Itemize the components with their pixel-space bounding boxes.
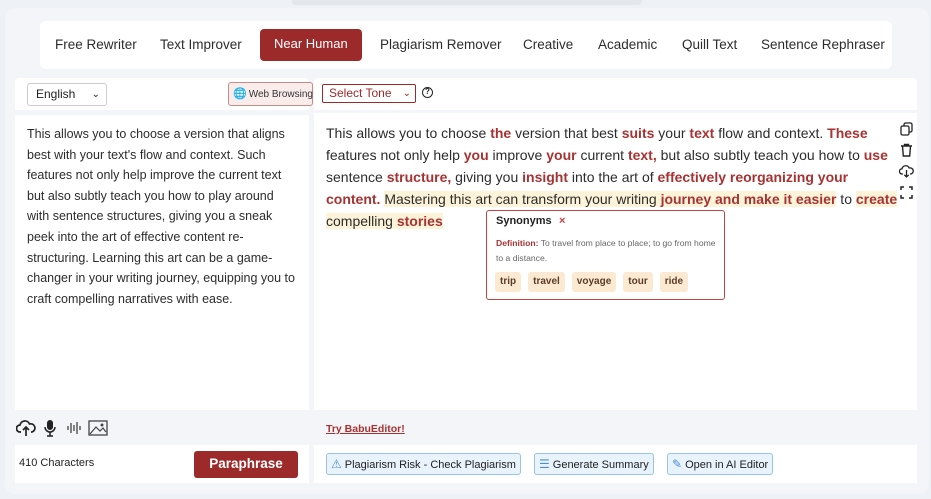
microphone-icon[interactable] [43,419,57,442]
input-tools [15,415,309,443]
synonyms-popup: Synonyms × Definition: To travel from pl… [486,210,725,300]
output-segment: features not only help [326,147,464,163]
open-ai-editor-button[interactable]: ✎ Open in AI Editor [667,453,774,475]
definition-label: Definition: [496,238,539,248]
output-segment: current [576,147,628,163]
web-browsing-button[interactable]: 🌐 Web Browsing [228,82,313,106]
tab-text-improver[interactable]: Text Improver [160,21,242,69]
mode-tabs: Free Rewriter Text Improver Near Human P… [40,21,892,69]
top-strip [292,0,642,5]
synonym-definition: Definition: To travel from place to plac… [496,236,718,266]
synonym-chip[interactable]: tour [623,272,653,292]
input-footer: 410 Characters Paraphrase [15,445,309,483]
globe-icon: 🌐 [233,88,247,100]
changed-word[interactable]: create [855,191,898,207]
copy-icon[interactable] [898,121,914,142]
tab-free-rewriter[interactable]: Free Rewriter [55,21,137,69]
tone-select[interactable]: Select Tone ⌄ [322,84,416,103]
tone-value: Select Tone [329,86,392,100]
synonyms-title: Synonyms [496,215,552,227]
output-segment: sentence [326,169,387,185]
changed-word[interactable]: structure, [387,169,452,185]
input-toolbar: English ⌄ 🌐 Web Browsing [15,78,313,110]
language-value: English [36,87,76,101]
changed-word[interactable]: you [464,147,489,163]
synonym-chips: trip travel voyage tour ride [495,271,695,292]
cloud-download-icon[interactable] [898,163,914,184]
output-segment: version that best [511,125,622,141]
synonym-chip[interactable]: trip [495,272,522,292]
tab-quill-text[interactable]: Quill Text [682,21,737,69]
synonym-chip[interactable]: voyage [571,272,617,292]
output-side-icons [898,121,914,205]
try-babueditor-link[interactable]: Try BabuEditor! [326,423,405,435]
changed-word[interactable]: text [689,125,714,141]
tab-academic[interactable]: Academic [598,21,657,69]
chevron-down-icon: ⌄ [402,88,411,99]
output-segment: but also subtly teach you how to [656,147,864,163]
cloud-upload-icon[interactable] [15,419,36,442]
tab-near-human[interactable]: Near Human [260,29,362,61]
output-segment: This allows you to choose [326,125,491,141]
close-icon[interactable]: × [559,215,565,227]
tab-plagiarism-remover[interactable]: Plagiarism Remover [380,21,502,69]
editor-icon: ✎ [672,457,683,471]
changed-word[interactable]: use [864,147,888,163]
help-icon[interactable]: ? [422,87,433,98]
image-icon[interactable] [88,419,108,442]
summary-icon: ☰ [539,457,550,471]
output-segment: compelling [326,213,397,229]
output-segment: to [836,191,856,207]
open-ai-editor-label: Open in AI Editor [685,459,769,471]
web-browsing-label: Web Browsing [248,89,313,100]
plagiarism-check-label: Plagiarism Risk - Check Plagiarism [344,459,516,471]
output-toolbar: Select Tone ⌄ ? [314,78,917,110]
output-segment: into the art of [568,169,658,185]
fullscreen-icon[interactable] [898,184,914,205]
trash-icon[interactable] [898,142,914,163]
changed-word[interactable]: suits [622,125,655,141]
output-panel: This allows you to choose the version th… [314,113,917,410]
changed-word[interactable]: the [490,125,511,141]
character-count: 410 Characters [19,457,95,469]
changed-word[interactable]: text, [628,147,657,163]
output-segment: giving you [451,169,523,185]
changed-word[interactable]: insight [522,169,568,185]
warning-icon: ⚠ [331,457,342,471]
synonym-chip[interactable]: ride [659,272,689,292]
generate-summary-label: Generate Summary [552,459,649,471]
generate-summary-button[interactable]: ☰ Generate Summary [534,453,654,475]
output-footer: ⚠ Plagiarism Risk - Check Plagiarism ☰ Gen… [314,445,917,483]
changed-word[interactable]: These [827,125,867,141]
output-segment: flow and context. [714,125,828,141]
input-textarea[interactable]: This allows you to choose a version that… [15,115,309,410]
changed-word[interactable]: journey and make it easier [660,191,837,207]
synonym-chip[interactable]: travel [528,272,565,292]
plagiarism-check-button[interactable]: ⚠ Plagiarism Risk - Check Plagiarism [326,453,521,475]
language-select[interactable]: English ⌄ [27,83,107,106]
changed-word[interactable]: your [546,147,576,163]
tab-creative[interactable]: Creative [523,21,573,69]
tab-sentence-rephraser[interactable]: Sentence Rephraser [761,21,885,69]
changed-word[interactable]: stories [396,213,443,229]
output-segment: improve [488,147,547,163]
chevron-down-icon: ⌄ [91,89,100,100]
audio-wave-icon[interactable] [66,419,82,442]
paraphrase-button[interactable]: Paraphrase [194,451,298,478]
output-segment: Mastering this art can transform your wr… [384,191,661,207]
output-segment: your [654,125,690,141]
